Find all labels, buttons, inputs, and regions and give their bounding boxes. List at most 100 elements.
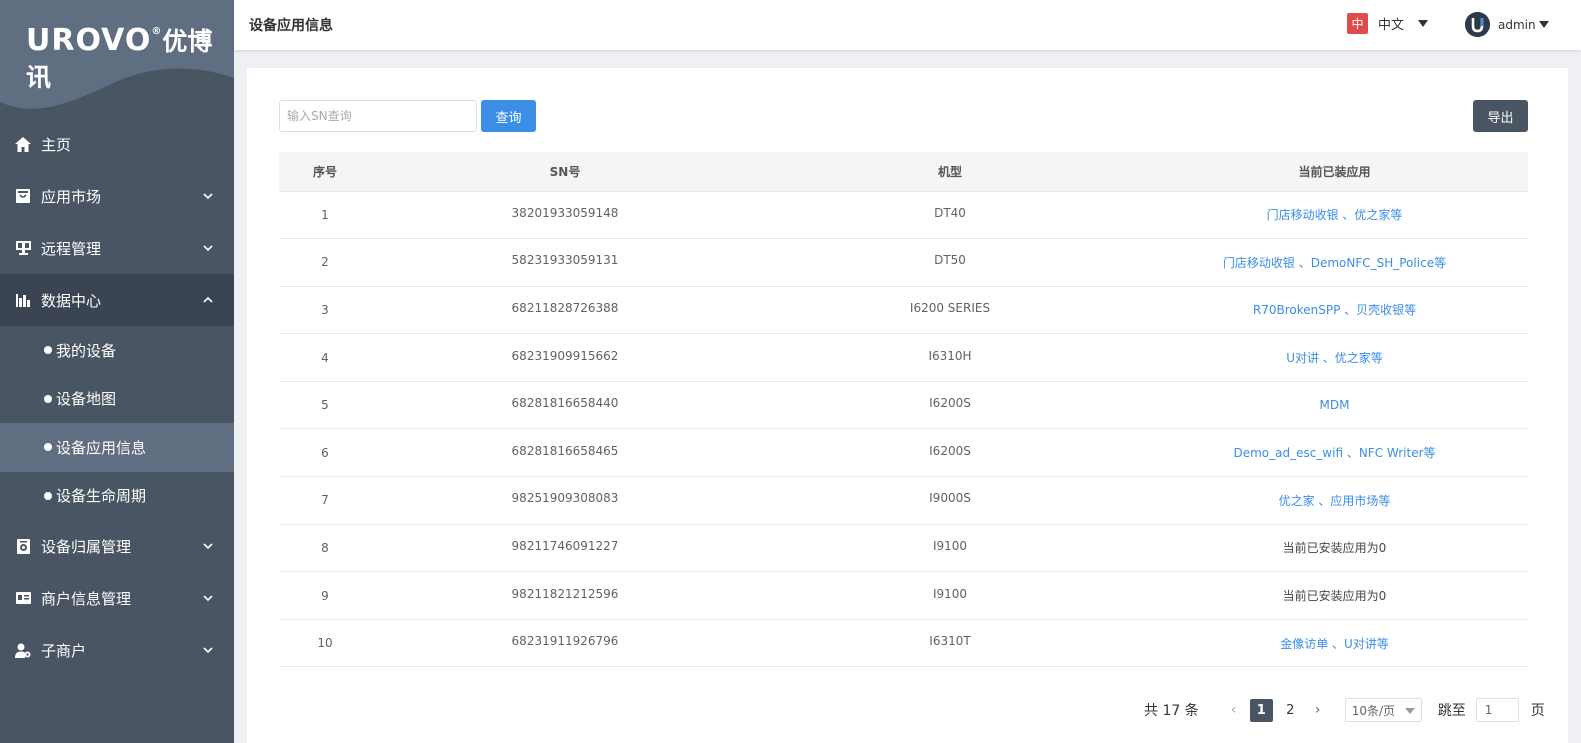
cell-sn: 98211746091227 [371, 524, 759, 573]
search-button[interactable]: 查询 [481, 100, 536, 132]
page-button-2[interactable]: 2 [1279, 699, 1302, 722]
brand-logo-text: UROVO [26, 23, 152, 58]
sidebar-item-home[interactable]: 主页 [0, 118, 234, 170]
remote-icon [14, 239, 32, 257]
cell-sn-text: 68211828726388 [511, 300, 619, 315]
sn-search-input[interactable] [279, 100, 477, 132]
bullet-icon [44, 491, 52, 500]
column-header-sn: SN号 [371, 152, 759, 192]
page-button-1[interactable]: 1 [1249, 698, 1273, 722]
sidebar-item-sub-merchant[interactable]: 子商户 [0, 624, 234, 676]
table-row: 10 68231911926796 I6310T 金像访单 、U对讲等 [279, 619, 1528, 668]
cell-model-text: I6200 SERIES [909, 300, 991, 315]
cell-apps-link[interactable]: Demo_ad_esc_wifi 、NFC Writer等 [1141, 428, 1528, 478]
page-size-value: 10条/页 [1351, 703, 1396, 718]
user-gear-icon [14, 641, 32, 659]
cell-apps-link[interactable]: R70BrokenSPP 、贝壳收银等 [1141, 286, 1528, 335]
sidebar-subitem-label: 我的设备 [56, 341, 117, 360]
language-selector[interactable]: 中 中文 [1347, 13, 1429, 34]
cell-sn-text: 38201933059148 [511, 205, 619, 220]
top-header: 设备应用信息 中 中文 admin [234, 0, 1581, 50]
cell-apps-link[interactable]: 金像访单 、U对讲等 [1141, 619, 1528, 668]
cell-model-text: I9100 [932, 586, 968, 601]
chart-icon [14, 291, 32, 309]
cell-sn: 38201933059148 [371, 191, 759, 240]
user-menu[interactable]: admin [1465, 12, 1549, 37]
cell-sn-text: 68231911926796 [511, 634, 619, 649]
table-row: 7 98251909308083 I9000S 优之家 、应用市场等 [279, 476, 1528, 525]
sidebar-subitem-label: 设备生命周期 [56, 487, 147, 506]
cell-apps-link[interactable]: U对讲 、优之家等 [1141, 333, 1528, 382]
cell-apps-link[interactable]: MDM [1141, 381, 1528, 430]
cell-model: I6200S [759, 381, 1141, 430]
next-page-icon[interactable]: › [1313, 702, 1323, 718]
cell-no: 2 [279, 238, 371, 287]
cell-model-text: I9100 [932, 538, 968, 553]
table-row: 9 98211821212596 I9100 当前已安装应用为0 [279, 571, 1528, 620]
cell-no: 8 [279, 524, 371, 573]
cell-no: 10 [279, 619, 371, 668]
cell-sn: 68231909915662 [371, 333, 759, 382]
cell-no: 9 [279, 571, 371, 620]
sidebar-subitem-label: 设备应用信息 [56, 438, 147, 457]
cell-model: I9000S [759, 476, 1141, 525]
bullet-icon [44, 346, 52, 355]
column-header-apps: 当前已装应用 [1141, 152, 1528, 192]
sidebar-item-label: 远程管理 [41, 239, 102, 258]
cell-sn-text: 98251909308083 [511, 491, 619, 506]
cell-model-text: I9000S [929, 491, 971, 506]
cell-sn: 98211821212596 [371, 571, 759, 620]
pagination: 共 17 条 ‹ 1 2 › 10条/页 跳至 页 [1144, 698, 1545, 722]
pagination-total: 共 17 条 [1144, 703, 1199, 719]
goto-page-input[interactable] [1475, 698, 1519, 722]
cell-sn-text: 98211746091227 [511, 538, 619, 553]
export-button[interactable]: 导出 [1473, 100, 1528, 132]
sidebar-subitem-device-lifecycle[interactable]: 设备生命周期 [0, 471, 234, 520]
column-header-no: 序号 [279, 152, 371, 192]
sidebar-item-app-market[interactable]: 应用市场 [0, 170, 234, 222]
content-card: 查询 导出 序号 SN号 机型 当前已装应用 1 38201933059148 … [247, 68, 1568, 743]
cell-sn: 68281816658440 [371, 381, 759, 430]
cell-no: 6 [279, 428, 371, 478]
sidebar-item-merchant-info[interactable]: 商户信息管理 [0, 572, 234, 624]
sidebar: UROVO®优博讯 主页 应用市场 远程管理 数据中心 我的设备 设备地图 设备… [0, 0, 234, 743]
cell-sn-text: 68281816658465 [511, 443, 619, 458]
prev-page-icon[interactable]: ‹ [1229, 702, 1239, 718]
cell-apps-link[interactable]: 门店移动收银 、DemoNFC_SH_Police等 [1141, 238, 1528, 287]
sidebar-subitem-device-map[interactable]: 设备地图 [0, 374, 234, 423]
chevron-up-icon [203, 296, 213, 303]
cell-apps-text: 当前已安装应用为0 [1141, 524, 1528, 573]
cell-model-text: I6310T [929, 634, 971, 649]
language-label: 中文 [1378, 18, 1405, 33]
cell-no: 4 [279, 333, 371, 382]
chevron-down-icon [203, 595, 213, 602]
sidebar-item-label: 主页 [41, 135, 72, 154]
device-icon [14, 537, 32, 555]
table-row: 6 68281816658465 I6200S Demo_ad_esc_wifi… [279, 428, 1528, 478]
sidebar-item-data-center[interactable]: 数据中心 [0, 274, 234, 326]
caret-down-icon [1418, 20, 1429, 27]
cell-no: 5 [279, 381, 371, 430]
sidebar-item-label: 数据中心 [41, 291, 102, 310]
sidebar-item-label: 设备归属管理 [41, 537, 132, 556]
device-app-table: 序号 SN号 机型 当前已装应用 1 38201933059148 DT40 门… [279, 152, 1528, 668]
sidebar-subitem-my-devices[interactable]: 我的设备 [0, 326, 234, 375]
page-unit-label: 页 [1530, 703, 1545, 719]
cell-model: I6200S [759, 428, 1141, 478]
brand-logo: UROVO®优博讯 [26, 23, 213, 92]
table-row: 1 38201933059148 DT40 门店移动收银 、优之家等 [279, 191, 1528, 240]
cell-model-text: DT50 [934, 253, 966, 268]
language-badge: 中 [1347, 13, 1368, 34]
sidebar-item-device-ownership[interactable]: 设备归属管理 [0, 520, 234, 572]
sidebar-item-remote-management[interactable]: 远程管理 [0, 222, 234, 274]
cell-apps-link[interactable]: 门店移动收银 、优之家等 [1141, 191, 1528, 240]
sidebar-subitem-device-app-info[interactable]: 设备应用信息 [0, 423, 234, 472]
caret-down-icon [1538, 21, 1549, 28]
cell-model: I9100 [759, 571, 1141, 620]
cell-no: 7 [279, 476, 371, 525]
page-size-select[interactable]: 10条/页 [1344, 698, 1422, 722]
table-row: 8 98211746091227 I9100 当前已安装应用为0 [279, 524, 1528, 573]
cell-model-text: DT40 [934, 205, 966, 220]
cell-no: 3 [279, 286, 371, 335]
cell-apps-link[interactable]: 优之家 、应用市场等 [1141, 476, 1528, 525]
